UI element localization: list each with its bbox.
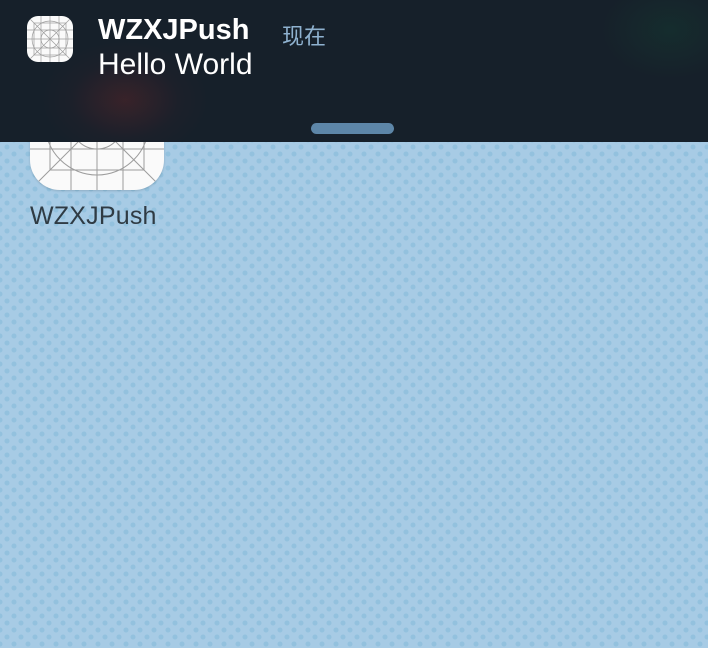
banner-grabber-handle[interactable] [311,123,394,134]
app-placeholder-grid-icon [27,16,73,62]
notification-message: Hello World [98,48,253,81]
notification-time: 现在 [282,25,327,50]
home-screen: WZXJPush WZXJPush 现在 Hello World [0,0,708,648]
app-label[interactable]: WZXJPush [30,202,157,231]
notification-app-name: WZXJPush [98,14,250,46]
banner-glow-right [600,0,708,80]
notification-banner[interactable]: WZXJPush 现在 Hello World [0,0,708,142]
